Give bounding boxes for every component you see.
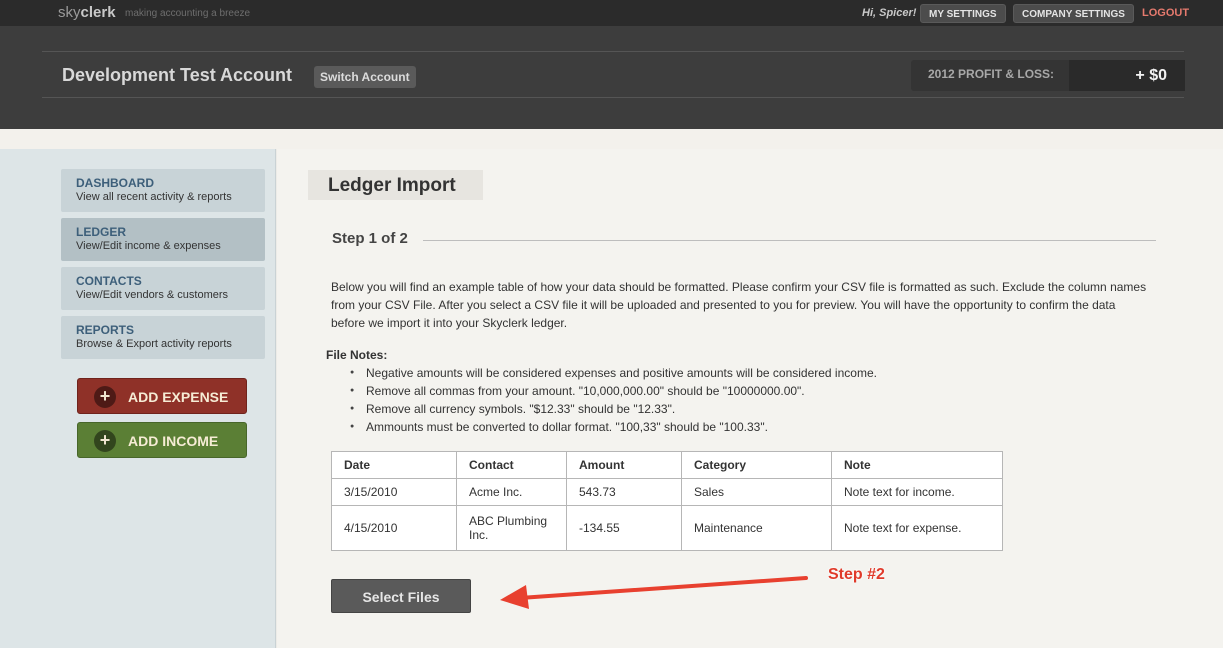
step-2-annotation: Step #2 <box>828 566 885 583</box>
annotation-arrow-icon <box>500 576 808 609</box>
